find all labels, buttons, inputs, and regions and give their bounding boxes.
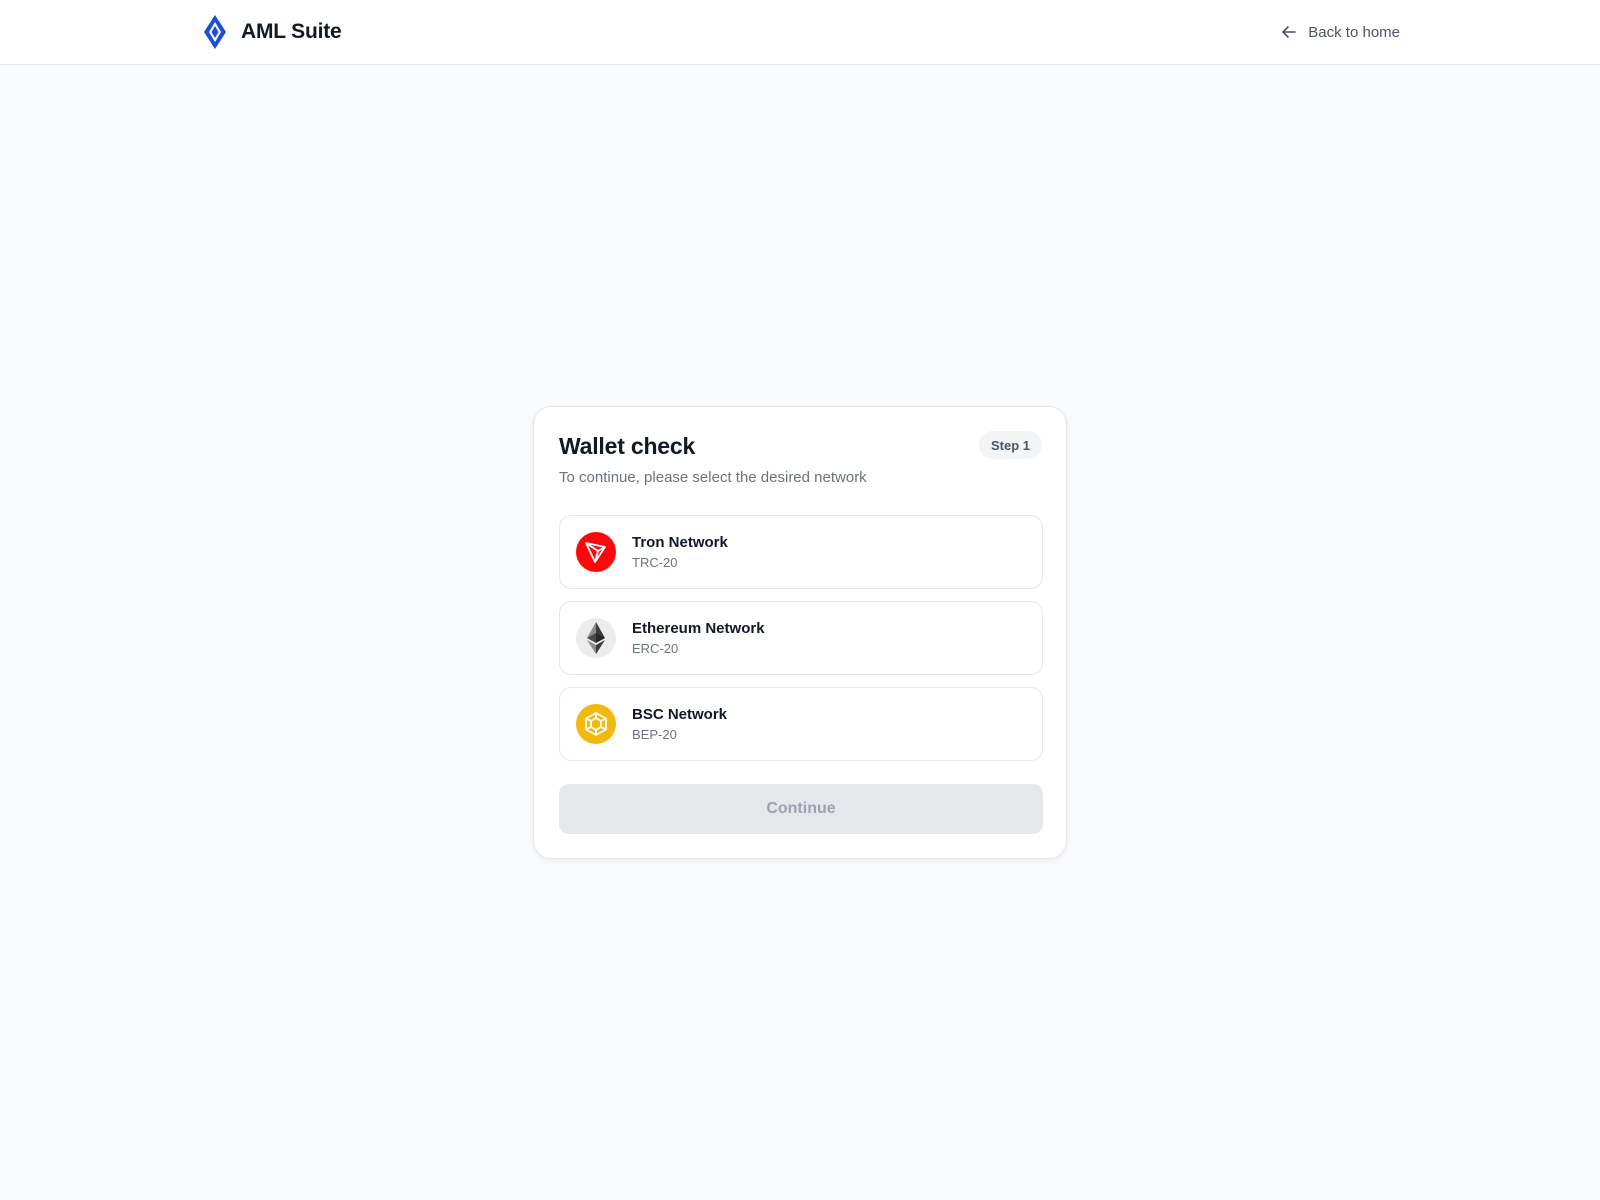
network-option-bsc[interactable]: BSC Network BEP-20 [559,687,1043,761]
arrow-left-icon [1280,23,1298,41]
wallet-check-card: Wallet check Step 1 To continue, please … [533,406,1067,859]
brand-name: AML Suite [241,20,342,43]
network-name: BSC Network [632,706,728,723]
network-name: Tron Network [632,534,728,551]
bnb-icon [576,704,616,744]
network-standard: BEP-20 [632,727,677,742]
tron-icon [576,532,616,572]
back-to-home-link[interactable]: Back to home [1280,20,1400,44]
network-option-tron[interactable]: Tron Network TRC-20 [559,515,1043,589]
continue-button[interactable]: Continue [559,784,1043,834]
back-to-home-label: Back to home [1308,23,1400,41]
network-option-ethereum[interactable]: Ethereum Network ERC-20 [559,601,1043,675]
network-standard: ERC-20 [632,641,679,656]
card-title: Wallet check [559,433,696,459]
network-name: Ethereum Network [632,620,765,637]
card-subtitle: To continue, please select the desired n… [559,469,867,486]
ethereum-icon [576,618,616,658]
network-standard: TRC-20 [632,555,678,570]
top-header: AML Suite Back to home [0,0,1600,65]
brand[interactable]: AML Suite [203,14,342,50]
step-badge: Step 1 [978,431,1042,459]
diamond-logo-icon [203,15,227,49]
